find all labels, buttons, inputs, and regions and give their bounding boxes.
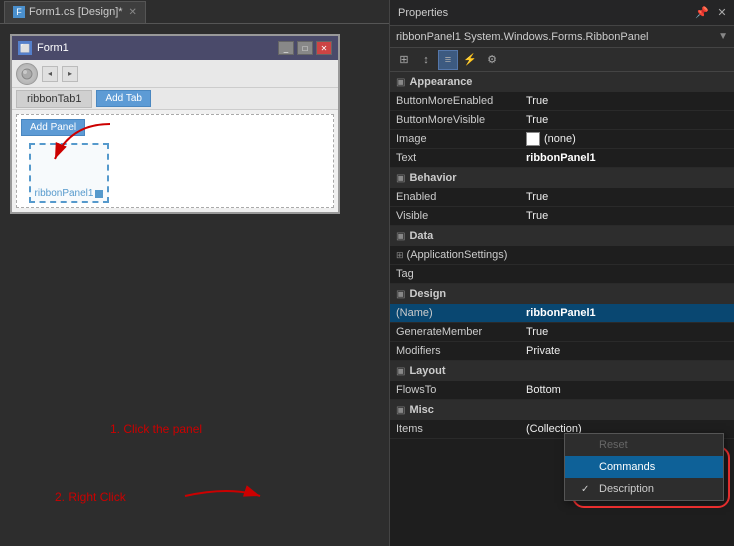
prop-row-appsettings: ⊞(ApplicationSettings) xyxy=(390,246,734,265)
ctx-description[interactable]: ✓ Description xyxy=(565,478,723,500)
prop-row-flowsto: FlowsTo Bottom xyxy=(390,381,734,400)
section-appearance-label: Appearance xyxy=(409,76,472,88)
click-arrow xyxy=(40,114,120,174)
section-misc[interactable]: ▣ Misc xyxy=(390,400,734,420)
ribbon-orb[interactable] xyxy=(16,63,38,85)
section-behavior-label: Behavior xyxy=(409,172,456,184)
alphabetical-view-button[interactable]: ↕ xyxy=(416,50,436,70)
maximize-button[interactable]: □ xyxy=(297,41,313,55)
prop-row-buttonmorevisible: ButtonMoreVisible True xyxy=(390,111,734,130)
image-swatch xyxy=(526,132,540,146)
prop-row-modifiers: Modifiers Private xyxy=(390,342,734,361)
right-click-arrow xyxy=(180,476,270,516)
prop-row-tag: Tag xyxy=(390,265,734,284)
section-data-label: Data xyxy=(409,230,433,242)
prop-row-text: Text ribbonPanel1 xyxy=(390,149,734,168)
ctx-commands[interactable]: Commands xyxy=(565,456,723,478)
categorized-view-button[interactable]: ⊞ xyxy=(394,50,414,70)
toggle-design-icon: ▣ xyxy=(396,289,405,300)
object-selector[interactable]: ribbonPanel1 System.Windows.Forms.Ribbon… xyxy=(390,26,734,48)
dropdown-arrow-icon: ▼ xyxy=(718,31,728,42)
form-controls: _ □ ✕ xyxy=(278,41,332,55)
tab-label: Form1.cs [Design]* xyxy=(29,6,123,18)
ribbon-toolbar: ◂ ▸ xyxy=(12,60,338,88)
section-layout[interactable]: ▣ Layout xyxy=(390,361,734,381)
prop-row-generatemember: GenerateMember True xyxy=(390,323,734,342)
section-design-label: Design xyxy=(409,288,446,300)
ribbon-tool-1[interactable]: ◂ xyxy=(42,66,58,82)
toggle-data-icon: ▣ xyxy=(396,231,405,242)
close-button[interactable]: ✕ xyxy=(316,41,332,55)
form-title: Form1 xyxy=(37,42,278,54)
toggle-behavior-icon: ▣ xyxy=(396,173,405,184)
designer-area: ⬜ Form1 _ □ ✕ ◂ ▸ xyxy=(0,24,389,546)
ribbon-tab-1[interactable]: ribbonTab1 xyxy=(16,90,92,108)
pin-icon[interactable]: 📌 xyxy=(694,5,710,21)
prop-row-enabled: Enabled True xyxy=(390,188,734,207)
toggle-appearance-icon: ▣ xyxy=(396,77,405,88)
prop-row-image: Image (none) xyxy=(390,130,734,149)
minimize-button[interactable]: _ xyxy=(278,41,294,55)
prop-row-buttonmoreenabled: ButtonMoreEnabled True xyxy=(390,92,734,111)
right-panel: Properties 📌 ✕ ribbonPanel1 System.Windo… xyxy=(390,0,734,546)
header-icons: 📌 ✕ xyxy=(694,5,734,21)
close-icon[interactable]: ✕ xyxy=(714,5,730,21)
panel-resize-handle[interactable] xyxy=(95,190,103,198)
object-selector-text: ribbonPanel1 System.Windows.Forms.Ribbon… xyxy=(396,31,718,43)
toggle-misc-icon: ▣ xyxy=(396,405,405,416)
ribbon-tool-2[interactable]: ▸ xyxy=(62,66,78,82)
form-title-icon: ⬜ xyxy=(18,41,32,55)
settings-button[interactable]: ⚙ xyxy=(482,50,502,70)
right-click-instruction: 2. Right Click xyxy=(55,490,126,504)
tab-bar: F Form1.cs [Design]* ✕ xyxy=(0,0,389,24)
prop-row-visible: Visible True xyxy=(390,207,734,226)
prop-toolbar: ⊞ ↕ ≡ ⚡ ⚙ xyxy=(390,48,734,72)
form-titlebar: ⬜ Form1 _ □ ✕ xyxy=(12,36,338,60)
properties-header: Properties 📌 ✕ xyxy=(390,0,734,26)
ctx-reset[interactable]: Reset xyxy=(565,434,723,456)
section-data[interactable]: ▣ Data xyxy=(390,226,734,246)
toggle-layout-icon: ▣ xyxy=(396,366,405,377)
ribbon-tab-strip: ribbonTab1 Add Tab xyxy=(12,88,338,110)
section-misc-label: Misc xyxy=(409,404,433,416)
left-panel: F Form1.cs [Design]* ✕ ⬜ Form1 _ □ ✕ xyxy=(0,0,390,546)
tab-close-icon[interactable]: ✕ xyxy=(129,7,137,18)
prop-row-name[interactable]: (Name) ribbonPanel1 xyxy=(390,304,734,323)
properties-view-button[interactable]: ≡ xyxy=(438,50,458,70)
add-tab-button[interactable]: Add Tab xyxy=(96,90,151,107)
ctx-check-description: ✓ xyxy=(581,484,595,495)
context-menu: Reset Commands ✓ Description xyxy=(564,433,724,501)
section-layout-label: Layout xyxy=(409,365,445,377)
ribbon-panel-label: ribbonPanel1 xyxy=(35,188,104,201)
tab-form1-design[interactable]: F Form1.cs [Design]* ✕ xyxy=(4,1,146,23)
tab-icon: F xyxy=(13,6,25,18)
properties-title: Properties xyxy=(390,7,694,19)
section-behavior[interactable]: ▣ Behavior xyxy=(390,168,734,188)
section-appearance[interactable]: ▣ Appearance xyxy=(390,72,734,92)
click-instruction: 1. Click the panel xyxy=(110,422,202,436)
section-design[interactable]: ▣ Design xyxy=(390,284,734,304)
events-view-button[interactable]: ⚡ xyxy=(460,50,480,70)
